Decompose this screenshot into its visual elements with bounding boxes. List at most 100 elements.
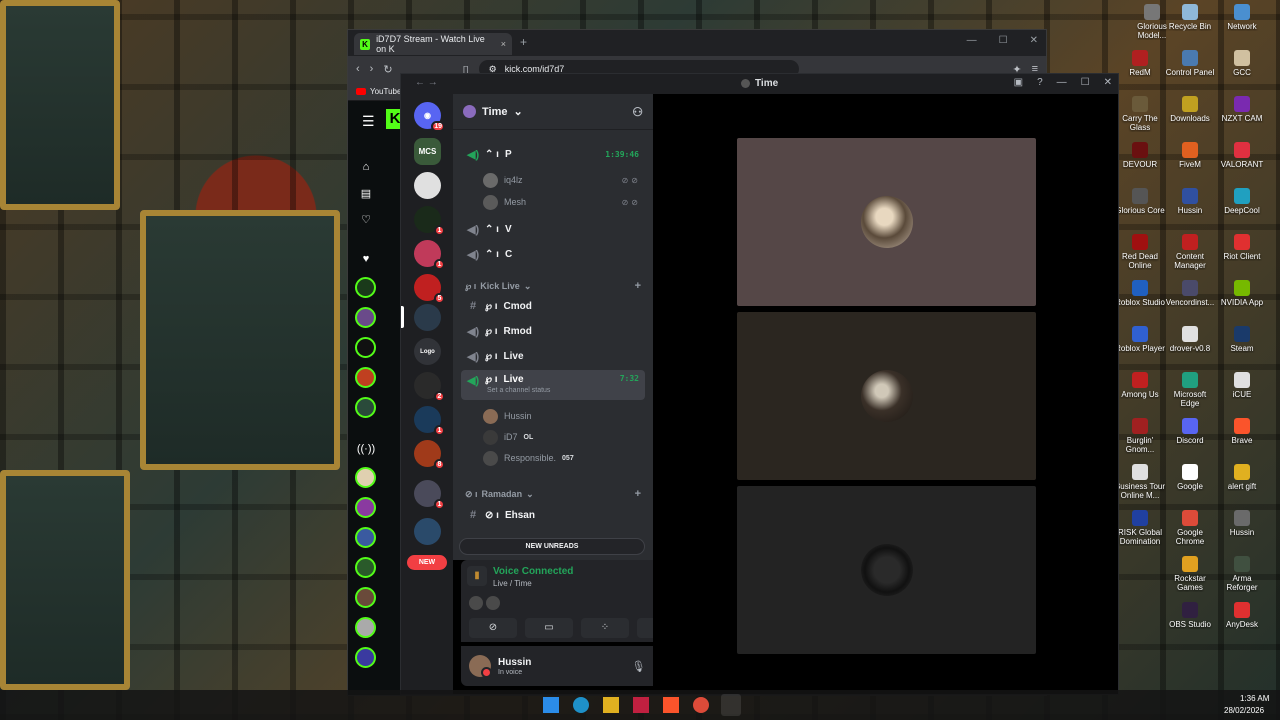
tab-close-icon[interactable]: × xyxy=(501,39,506,49)
server-icon[interactable]: 1 xyxy=(414,240,445,270)
channel-avatar[interactable] xyxy=(355,277,376,298)
channel-avatar[interactable] xyxy=(355,397,376,418)
server-icon[interactable] xyxy=(414,518,441,545)
screen-share-icon[interactable]: ▭ xyxy=(525,618,573,638)
channel-avatar[interactable] xyxy=(355,467,376,488)
maximize-icon[interactable]: ☐ xyxy=(999,35,1008,46)
back-arrow-icon[interactable]: ← → xyxy=(415,77,438,88)
voice-user[interactable]: Responsible. 057 xyxy=(483,448,641,468)
discord-taskbar-icon[interactable] xyxy=(721,694,741,716)
new-unreads-button[interactable]: NEW UNREADS xyxy=(459,538,645,555)
server-folder[interactable]: 8 xyxy=(414,440,445,470)
text-channel-ehsan[interactable]: # ⊘ ı Ehsan xyxy=(461,504,645,526)
voice-user[interactable]: Mesh ⊘⊘ xyxy=(483,192,641,212)
desktop-icon[interactable]: VALORANT xyxy=(1216,142,1268,169)
participant-tile[interactable] xyxy=(737,138,1036,306)
server-icon[interactable]: 5 xyxy=(414,274,445,304)
voice-channel-p[interactable]: ◀) ⌃ ı P 1:39:46 xyxy=(461,143,645,165)
home-icon[interactable]: ⌂ xyxy=(356,157,376,177)
desktop-icon[interactable]: Steam xyxy=(1216,326,1268,353)
voice-status-subtitle[interactable]: Live / Time xyxy=(493,579,573,588)
camera-off-icon[interactable]: ⊘ xyxy=(469,618,517,638)
desktop-icon[interactable]: Recycle Bin xyxy=(1164,4,1216,31)
voice-channel-v[interactable]: ◀) ⌃ ı V xyxy=(461,218,645,240)
desktop-icon[interactable]: Brave xyxy=(1216,418,1268,445)
voice-channel-live[interactable]: ◀) ℘ ı Live xyxy=(461,345,645,367)
desktop-icon[interactable]: Arma Reforger xyxy=(1216,556,1268,592)
voice-user[interactable]: iq4lz ⊘⊘ xyxy=(483,170,641,190)
server-icon[interactable]: Logo xyxy=(414,338,441,365)
browse-icon[interactable]: ▤ xyxy=(356,183,376,203)
channel-avatar[interactable] xyxy=(355,647,376,668)
discord-home-icon[interactable]: ◉ 19 xyxy=(414,102,445,132)
desktop-icon[interactable]: alert gift xyxy=(1216,464,1268,491)
desktop-icon[interactable]: Business Tour Online M... xyxy=(1114,464,1166,500)
inbox-icon[interactable]: ▣ xyxy=(1014,77,1023,88)
desktop-icon[interactable]: Google Chrome xyxy=(1164,510,1216,546)
channel-avatar[interactable] xyxy=(355,587,376,608)
desktop-icon[interactable]: Rockstar Games xyxy=(1164,556,1216,592)
channel-avatar[interactable] xyxy=(355,497,376,518)
desktop-icon[interactable]: DeepCool xyxy=(1216,188,1268,215)
desktop-icon[interactable]: Among Us xyxy=(1114,372,1166,399)
browser-tab[interactable]: K iD7D7 Stream - Watch Live on K × xyxy=(354,33,512,55)
close-icon[interactable]: ✕ xyxy=(1104,77,1112,88)
desktop-icon[interactable]: FiveM xyxy=(1164,142,1216,169)
desktop-icon[interactable]: GCC xyxy=(1216,50,1268,77)
server-icon[interactable]: MCS xyxy=(414,138,441,165)
desktop-icon[interactable]: RISK Global Domination xyxy=(1114,510,1166,546)
invite-people-icon[interactable]: ⚇ xyxy=(632,105,643,119)
server-icon[interactable]: 1 xyxy=(414,406,445,436)
app-icon[interactable] xyxy=(633,697,649,713)
forward-icon[interactable]: › xyxy=(370,63,374,75)
voice-user[interactable]: Hussin xyxy=(483,406,641,426)
channel-avatar[interactable] xyxy=(355,617,376,638)
desktop-icon[interactable]: DEVOUR xyxy=(1114,142,1166,169)
help-icon[interactable]: ? xyxy=(1037,77,1043,88)
desktop-icon[interactable]: Google xyxy=(1164,464,1216,491)
start-icon[interactable] xyxy=(543,697,559,713)
chrome-icon[interactable] xyxy=(693,697,709,713)
hamburger-icon[interactable]: ☰ xyxy=(362,113,375,130)
desktop-icon[interactable]: iCUE xyxy=(1216,372,1268,399)
desktop-icon[interactable]: drover-v0.8 xyxy=(1164,326,1216,353)
desktop-icon[interactable]: Red Dead Online xyxy=(1114,234,1166,270)
channel-avatar[interactable] xyxy=(355,337,376,358)
maximize-icon[interactable]: ☐ xyxy=(1081,77,1090,88)
edge-icon[interactable] xyxy=(573,697,589,713)
desktop-icon[interactable]: Control Panel xyxy=(1164,50,1216,77)
participant-tile[interactable] xyxy=(737,486,1036,654)
text-channel-cmod[interactable]: # ℘ ı Cmod xyxy=(461,295,645,317)
category-ramadan[interactable]: ⊘ ı Ramadan ⌄ + xyxy=(461,486,645,502)
desktop-icon[interactable]: Discord xyxy=(1164,418,1216,445)
desktop-icon[interactable]: Glorious Core xyxy=(1114,188,1166,215)
server-icon[interactable]: 1 xyxy=(414,206,445,236)
username[interactable]: Hussin xyxy=(498,657,531,668)
channel-avatar[interactable] xyxy=(355,307,376,328)
channel-avatar[interactable] xyxy=(355,527,376,548)
minimize-icon[interactable]: — xyxy=(967,35,977,46)
category-kick-live[interactable]: ℘ ı Kick Live ⌄ + xyxy=(461,278,645,294)
desktop-icon[interactable]: Roblox Studio xyxy=(1114,280,1166,307)
brave-icon[interactable] xyxy=(663,697,679,713)
add-channel-icon[interactable]: + xyxy=(635,488,641,500)
avatar[interactable] xyxy=(469,655,492,678)
desktop-icon[interactable]: NZXT CAM xyxy=(1216,96,1268,123)
desktop-icon[interactable]: AnyDesk xyxy=(1216,602,1268,629)
new-tab-button[interactable]: + xyxy=(520,35,527,49)
desktop-icon[interactable]: NVIDIA App xyxy=(1216,280,1268,307)
server-icon[interactable] xyxy=(414,172,441,199)
voice-channel-rmod[interactable]: ◀) ℘ ı Rmod xyxy=(461,320,645,342)
add-channel-icon[interactable]: + xyxy=(635,280,641,292)
voice-channel-c[interactable]: ◀) ⌃ ı C xyxy=(461,243,645,265)
close-icon[interactable]: ✕ xyxy=(1030,35,1038,46)
desktop-icon[interactable]: RedM xyxy=(1114,50,1166,77)
desktop-icon[interactable]: OBS Studio xyxy=(1164,602,1216,629)
desktop-icon[interactable]: Riot Client xyxy=(1216,234,1268,261)
desktop-icon[interactable]: Roblox Player xyxy=(1114,326,1166,353)
desktop-icon[interactable]: Hussin xyxy=(1216,510,1268,537)
desktop-icon[interactable]: Burglin' Gnom... xyxy=(1114,418,1166,454)
activities-icon[interactable]: ⁘ xyxy=(581,618,629,638)
minimize-icon[interactable]: — xyxy=(1057,77,1067,88)
server-icon[interactable]: 2 xyxy=(414,372,445,402)
